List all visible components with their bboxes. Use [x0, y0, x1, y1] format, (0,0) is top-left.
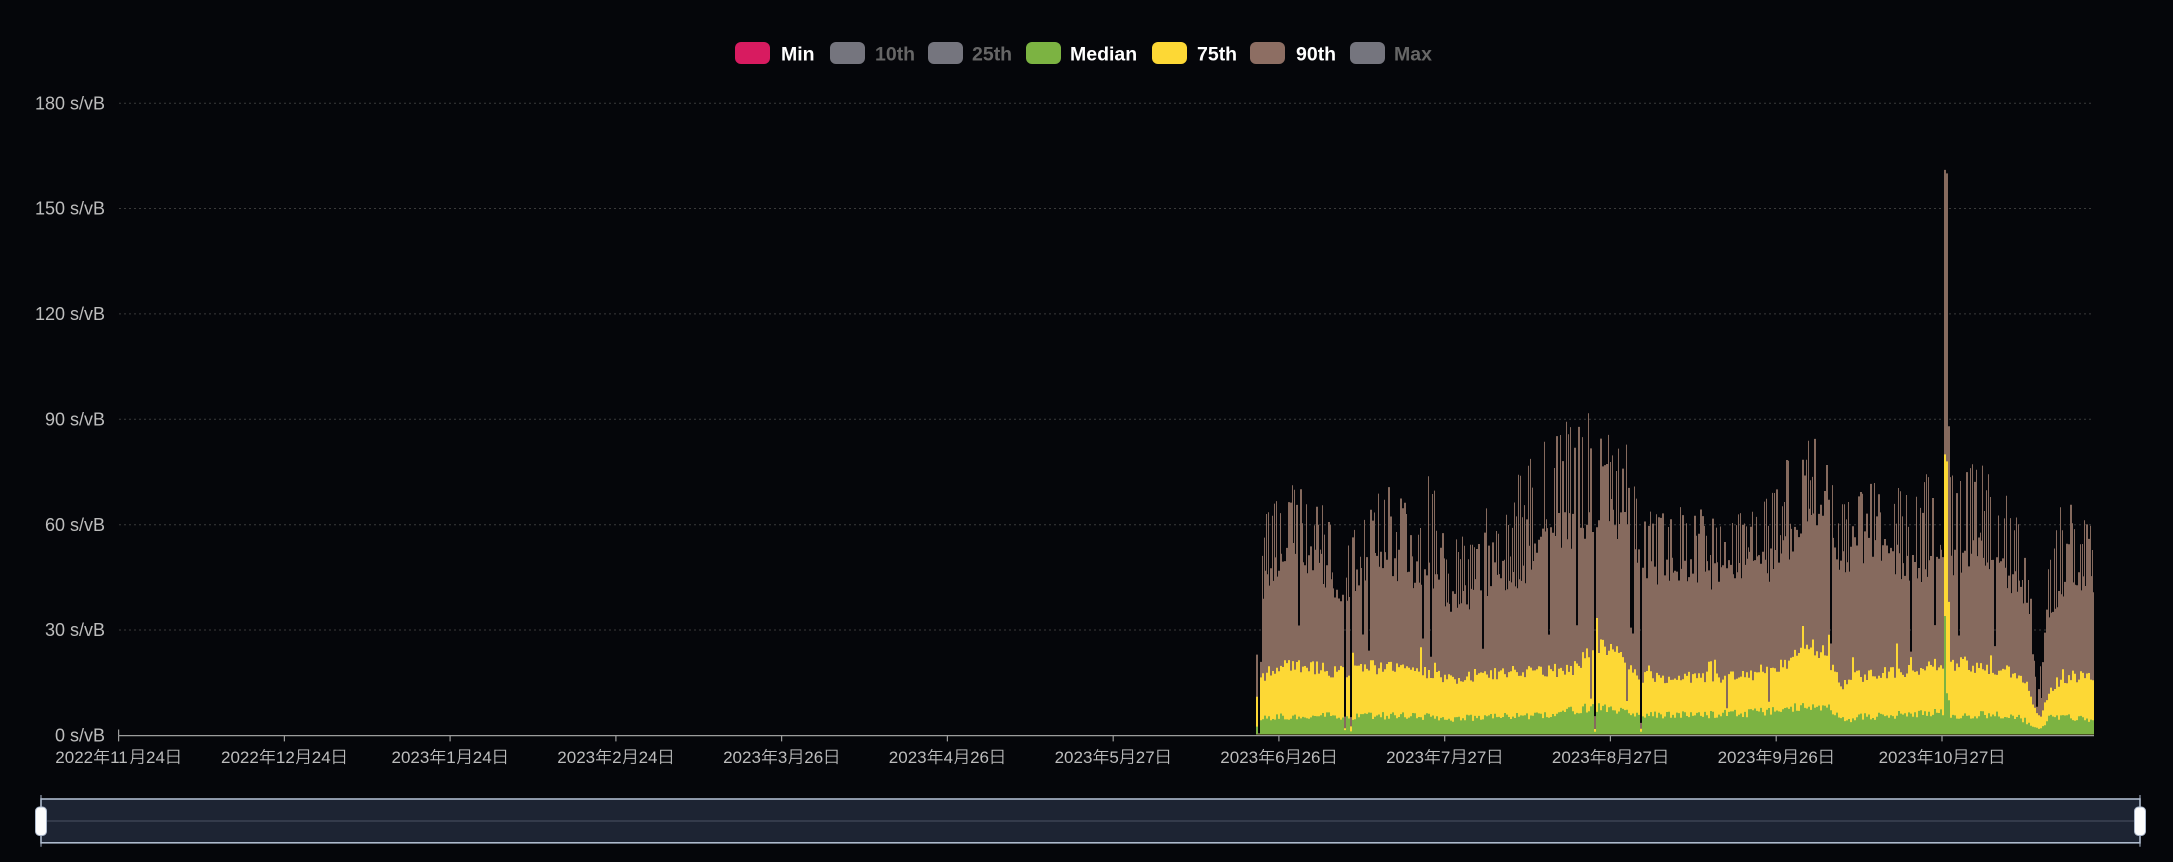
svg-text:10: 10	[1934, 748, 1953, 767]
svg-text:Min: Min	[781, 44, 815, 66]
svg-text:27: 27	[1467, 748, 1486, 767]
svg-text:8: 8	[1607, 748, 1616, 767]
svg-text:5: 5	[1109, 748, 1118, 767]
svg-text:10th: 10th	[875, 44, 915, 66]
svg-text:3: 3	[778, 748, 787, 767]
svg-text:2023: 2023	[1552, 748, 1590, 767]
svg-text:2023: 2023	[1220, 748, 1258, 767]
svg-text:25th: 25th	[972, 44, 1012, 66]
svg-text:24: 24	[473, 748, 492, 767]
svg-text:12: 12	[276, 748, 295, 767]
svg-text:2023: 2023	[723, 748, 761, 767]
svg-text:2022: 2022	[221, 748, 259, 767]
svg-text:90th: 90th	[1296, 44, 1336, 66]
svg-text:2023: 2023	[1718, 748, 1756, 767]
svg-text:Max: Max	[1394, 44, 1432, 66]
svg-text:6: 6	[1275, 748, 1284, 767]
svg-text:26: 26	[1302, 748, 1321, 767]
svg-text:26: 26	[804, 748, 823, 767]
svg-text:2023: 2023	[1055, 748, 1093, 767]
svg-text:26: 26	[970, 748, 989, 767]
svg-text:2022: 2022	[55, 748, 93, 767]
svg-text:0 s/vB: 0 s/vB	[55, 726, 105, 746]
svg-text:24: 24	[146, 748, 165, 767]
svg-text:26: 26	[1799, 748, 1818, 767]
svg-text:4: 4	[944, 748, 953, 767]
svg-text:11: 11	[110, 748, 128, 767]
svg-text:1: 1	[446, 748, 455, 767]
svg-text:2023: 2023	[557, 748, 595, 767]
svg-text:2023: 2023	[392, 748, 430, 767]
svg-text:24: 24	[639, 748, 658, 767]
svg-text:2023: 2023	[889, 748, 927, 767]
svg-text:2: 2	[612, 748, 621, 767]
svg-text:150 s/vB: 150 s/vB	[35, 199, 105, 219]
svg-text:27: 27	[1136, 748, 1155, 767]
svg-text:180 s/vB: 180 s/vB	[35, 93, 105, 113]
svg-text:9: 9	[1772, 748, 1781, 767]
svg-text:27: 27	[1633, 748, 1652, 767]
svg-text:30 s/vB: 30 s/vB	[45, 620, 105, 640]
svg-text:75th: 75th	[1197, 44, 1237, 66]
svg-text:90 s/vB: 90 s/vB	[45, 410, 105, 430]
svg-text:24: 24	[312, 748, 331, 767]
svg-text:2023: 2023	[1879, 748, 1917, 767]
svg-text:Median: Median	[1070, 44, 1137, 66]
svg-text:2023: 2023	[1386, 748, 1424, 767]
svg-text:7: 7	[1441, 748, 1450, 767]
svg-text:27: 27	[1969, 748, 1988, 767]
svg-text:120 s/vB: 120 s/vB	[35, 304, 105, 324]
svg-text:60 s/vB: 60 s/vB	[45, 515, 105, 535]
